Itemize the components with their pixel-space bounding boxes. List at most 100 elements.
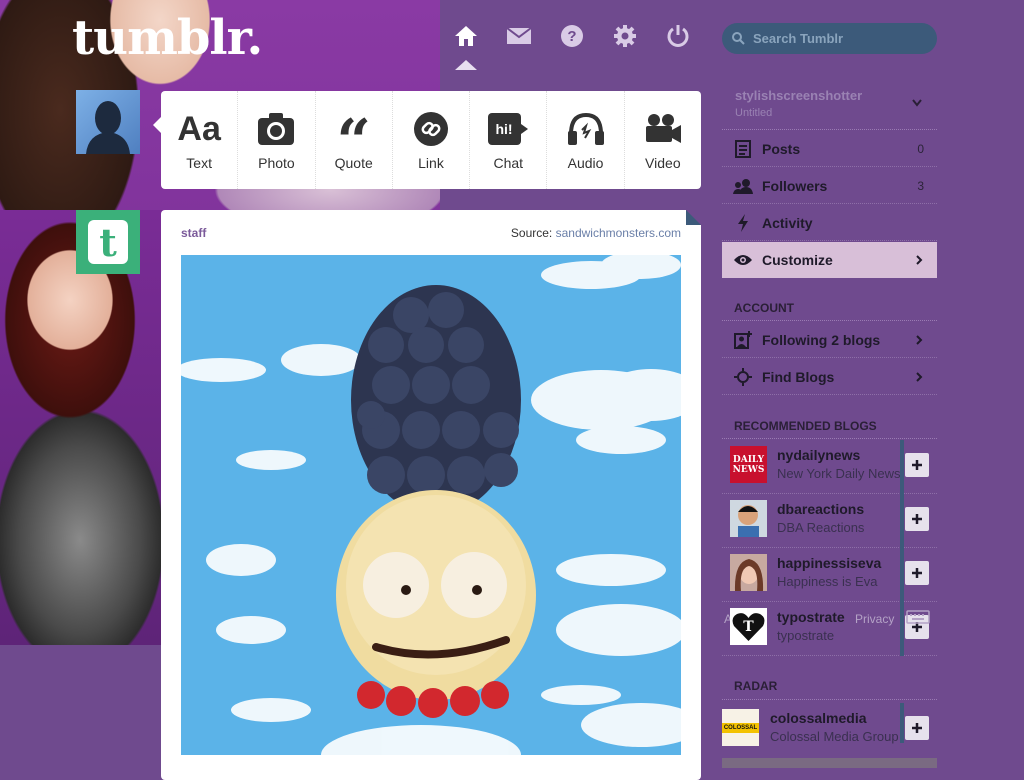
svg-text:T: T [743, 619, 754, 635]
scroll-accent [900, 548, 904, 602]
posts-icon [733, 139, 753, 158]
blog-name[interactable]: typostrate [777, 609, 845, 625]
recommended-blog[interactable]: dbareactions DBA Reactions [722, 494, 937, 548]
blog-name[interactable]: dbareactions [777, 501, 864, 517]
post-type-video[interactable]: Video [625, 91, 701, 189]
chat-icon: hi! [487, 109, 529, 149]
blog-selector[interactable]: stylishscreenshotter Untitled [722, 88, 937, 128]
svg-text:t: t [99, 220, 117, 265]
envelope-icon[interactable] [505, 22, 533, 50]
post-photo[interactable] [181, 255, 681, 755]
blog-thumbnail: COLOSSAL [722, 709, 759, 746]
scroll-accent [900, 703, 904, 743]
sidebar-item-followers[interactable]: Followers 3 [722, 168, 937, 204]
sidebar-item-label: Activity [762, 214, 813, 231]
scroll-accent [900, 602, 904, 656]
blog-name: stylishscreenshotter [735, 88, 863, 103]
chevron-right-icon [916, 371, 923, 382]
blog-name[interactable]: happinessiseva [777, 555, 881, 571]
eye-icon [733, 254, 753, 266]
divider [722, 438, 937, 439]
radar-post-image[interactable] [722, 758, 937, 768]
scroll-accent [900, 440, 904, 494]
account-heading: ACCOUNT [734, 301, 794, 315]
blog-title: Happiness is Eva [777, 574, 878, 589]
divider [722, 129, 937, 130]
post-type-quote[interactable]: “ Quote [316, 91, 393, 189]
sidebar-item-posts[interactable]: Posts 0 [722, 131, 937, 167]
recommended-heading: RECOMMENDED BLOGS [734, 419, 877, 433]
follow-button[interactable] [905, 561, 929, 585]
lightning-icon [733, 213, 753, 232]
scroll-accent [900, 494, 904, 548]
post-type-chat[interactable]: hi! Chat [470, 91, 548, 189]
search-icon [732, 32, 745, 45]
blog-name[interactable]: nydailynews [777, 447, 860, 463]
search-box[interactable] [722, 23, 937, 54]
background-photo-lower [0, 210, 162, 645]
svg-text:hi!: hi! [496, 121, 513, 137]
post-type-audio[interactable]: Audio [547, 91, 625, 189]
sidebar-item-label: Find Blogs [762, 368, 835, 385]
followers-icon [733, 178, 753, 194]
svg-text:?: ? [567, 28, 576, 45]
thumb-logo-text: COLOSSAL [722, 722, 759, 733]
post-source: Source: sandwichmonsters.com [511, 226, 681, 240]
follow-button[interactable] [905, 716, 929, 740]
post-fold-corner [686, 210, 701, 225]
dashboard-post: staff Source: sandwichmonsters.com [161, 210, 701, 780]
plus-icon [912, 514, 922, 524]
post-type-text[interactable]: Aa Text [161, 91, 239, 189]
headphones-icon [567, 109, 605, 149]
chevron-right-icon [916, 334, 923, 345]
post-author[interactable]: staff [181, 226, 206, 240]
radar-heading: RADAR [734, 679, 778, 693]
gear-icon[interactable] [611, 22, 639, 50]
sidebar-item-following[interactable]: Following 2 blogs [722, 322, 937, 358]
blog-thumbnail [730, 500, 767, 537]
follow-button[interactable] [905, 507, 929, 531]
user-avatar[interactable] [76, 90, 140, 154]
blog-name[interactable]: colossalmedia [770, 710, 867, 726]
staff-avatar[interactable]: t [76, 210, 140, 274]
sidebar-item-customize[interactable]: Customize [722, 242, 937, 278]
help-icon[interactable]: ? [558, 22, 586, 50]
plus-icon [912, 460, 922, 470]
chevron-right-icon [916, 255, 923, 265]
video-camera-icon [644, 109, 682, 149]
home-icon[interactable] [452, 22, 480, 50]
camera-icon [257, 109, 295, 149]
sidebar-item-find-blogs[interactable]: Find Blogs [722, 359, 937, 395]
search-input[interactable] [751, 30, 935, 47]
source-link[interactable]: sandwichmonsters.com [556, 226, 681, 240]
divider [722, 699, 937, 700]
power-icon[interactable] [664, 22, 692, 50]
sidebar-item-label: Followers [762, 177, 828, 194]
recommended-blog[interactable]: happinessiseva Happiness is Eva [722, 548, 937, 602]
quote-icon: “ [336, 107, 371, 177]
link-icon [413, 109, 449, 149]
blog-thumbnail: T [730, 608, 767, 645]
nav-active-caret [455, 60, 477, 70]
followers-count: 3 [917, 178, 924, 193]
recommended-blog[interactable]: DAILY NEWS nydailynews New York Daily Ne… [722, 440, 937, 494]
recommended-blog[interactable]: T typostrate typostrate [722, 602, 937, 656]
blog-title: New York Daily News [777, 466, 901, 481]
keyboard-icon[interactable] [906, 610, 930, 629]
plus-icon [912, 723, 922, 733]
posts-count: 0 [917, 141, 924, 156]
thumb-logo-text: DAILY NEWS [732, 454, 765, 475]
source-label: Source: [510, 226, 553, 240]
chevron-down-icon [912, 99, 922, 107]
sidebar-item-activity[interactable]: Activity [722, 205, 937, 241]
blog-thumbnail: DAILY NEWS [730, 446, 767, 483]
follow-button[interactable] [905, 453, 929, 477]
following-icon [733, 330, 753, 349]
blog-title: DBA Reactions [777, 520, 865, 535]
post-type-photo[interactable]: Photo [238, 91, 316, 189]
tumblr-logo[interactable]: tumblr. [72, 10, 263, 66]
find-blogs-icon [733, 367, 753, 386]
post-type-link[interactable]: Link [393, 91, 471, 189]
radar-blog[interactable]: COLOSSAL colossalmedia Colossal Media Gr… [722, 703, 937, 757]
blog-thumbnail [730, 554, 767, 591]
